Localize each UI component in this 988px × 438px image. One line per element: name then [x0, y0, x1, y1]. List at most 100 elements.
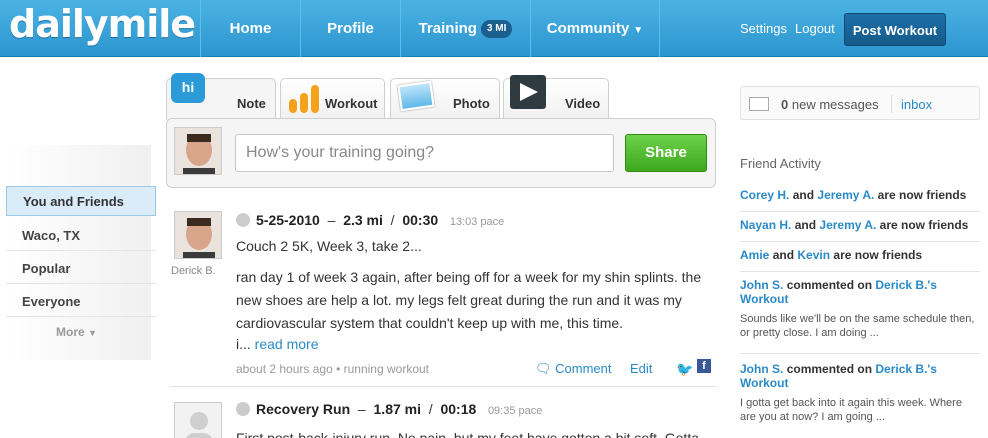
chevron-down-icon: ▼ — [633, 25, 644, 36]
nav-community[interactable]: Community ▼ — [530, 0, 660, 57]
user-link[interactable]: Jeremy A. — [819, 218, 876, 232]
messages-count-row: 0 new messages — [781, 97, 879, 112]
user-link[interactable]: Corey H. — [740, 188, 789, 202]
edit-link[interactable]: Edit — [630, 361, 652, 376]
activity-item: John S. commented on Derick B.'s Workout… — [740, 362, 980, 438]
user-link[interactable]: Jeremy A. — [817, 188, 874, 202]
entry-title: Couch 2 5K, Week 3, take 2... — [236, 238, 422, 254]
entry-pace: 13:03 pace — [449, 216, 505, 228]
comment-quote: Sounds like we'll be on the same schedul… — [740, 313, 975, 339]
entry-pace: 09:35 pace — [487, 405, 543, 417]
comment-bubble-icon: 🗨 — [535, 361, 552, 376]
messages-label: new messages — [791, 97, 879, 112]
nav-home[interactable]: Home — [200, 0, 300, 57]
tab-video-label: Video — [565, 96, 601, 111]
hi-speech-bubble-icon: hi — [171, 73, 205, 103]
activity-joiner: and — [794, 218, 817, 232]
nav-profile-label: Profile — [327, 20, 374, 37]
entry-distance: 2.3 mi — [343, 212, 383, 228]
facebook-icon[interactable]: f — [697, 359, 711, 373]
activity-item: Amie and Kevin are now friends — [740, 248, 980, 272]
read-more-link[interactable]: read more — [255, 336, 319, 352]
activity-joiner: and — [772, 248, 795, 262]
entry-duration: 00:30 — [402, 212, 439, 228]
user-link[interactable]: Amie — [740, 248, 769, 262]
share-button[interactable]: Share — [625, 134, 707, 172]
user-link[interactable]: John S. — [740, 278, 783, 292]
entry-body: First post-back-injury run. No pain, but… — [236, 430, 699, 438]
tab-photo-label: Photo — [453, 96, 490, 111]
nav-community-label: Community — [546, 20, 630, 37]
status-input[interactable]: How's your training going? — [235, 134, 614, 172]
nav-profile[interactable]: Profile — [300, 0, 400, 57]
activity-text: are now friends — [833, 248, 923, 262]
top-nav-bar: dailymile Home Profile Training 3 MI Comm… — [0, 0, 988, 57]
activity-text: are now friends — [879, 218, 969, 232]
chevron-down-icon: ▼ — [88, 328, 97, 338]
activity-item: Nayan H. and Jeremy A. are now friends — [740, 218, 980, 242]
dailymile-logo[interactable]: dailymile — [9, 2, 196, 46]
user-link[interactable]: Derick B.'s — [875, 362, 937, 376]
filter-popular[interactable]: Popular — [6, 254, 156, 284]
workout-link[interactable]: Workout — [740, 292, 788, 306]
messages-box: 0 new messages inbox — [740, 86, 980, 120]
inbox-link[interactable]: inbox — [901, 97, 932, 112]
divider — [891, 95, 892, 113]
nav-home-label: Home — [229, 20, 272, 37]
avatar[interactable] — [174, 211, 222, 259]
tab-workout-label: Workout — [325, 96, 378, 111]
filter-you-and-friends[interactable]: You and Friends — [6, 186, 156, 216]
entry-divider — [170, 386, 716, 387]
filter-everyone[interactable]: Everyone — [6, 287, 156, 317]
bar-chart-icon — [289, 85, 319, 113]
entry-body: ran day 1 of week 3 again, after being o… — [236, 269, 702, 331]
avatar-placeholder[interactable] — [174, 402, 222, 438]
filter-waco-tx[interactable]: Waco, TX — [6, 221, 156, 251]
entry-header: 5-25-2010 – 2.3 mi / 00:30 13:03 pace — [236, 212, 504, 228]
entry-timestamp: about 2 hours ago • running workout — [236, 362, 429, 376]
comment-label: Comment — [555, 361, 612, 376]
tab-photo[interactable]: Photo — [390, 78, 500, 120]
user-link[interactable]: Derick B.'s — [875, 278, 937, 292]
entry-distance: 1.87 mi — [373, 401, 421, 417]
entry-title[interactable]: Recovery Run — [256, 401, 350, 417]
activity-item: Corey H. and Jeremy A. are now friends — [740, 188, 980, 212]
entry-header: Recovery Run – 1.87 mi / 00:18 09:35 pac… — [236, 401, 542, 417]
tab-note[interactable]: hi Note — [166, 73, 276, 120]
activity-joiner: and — [792, 188, 815, 202]
activity-joiner: commented on — [786, 278, 873, 292]
user-link[interactable]: John S. — [740, 362, 783, 376]
activity-text: are now friends — [877, 188, 967, 202]
entry-ellipsis: i... — [236, 336, 251, 352]
entry-date[interactable]: 5-25-2010 — [256, 212, 320, 228]
tab-workout[interactable]: Workout — [280, 78, 385, 120]
video-play-icon — [510, 75, 546, 109]
avatar — [174, 127, 222, 175]
entry-username[interactable]: Derick B. — [171, 265, 216, 277]
more-filters-link[interactable]: More ▼ — [56, 325, 97, 339]
mood-face-icon — [236, 402, 250, 416]
comment-quote: I gotta get back into it again this week… — [740, 397, 962, 423]
entry-more-row: i... read more — [236, 333, 716, 356]
user-link[interactable]: Kevin — [797, 248, 830, 262]
comment-button[interactable]: 🗨 Comment — [535, 361, 612, 377]
friend-activity-title: Friend Activity — [740, 156, 821, 171]
training-miles-badge: 3 MI — [480, 20, 513, 39]
activity-joiner: commented on — [786, 362, 873, 376]
tab-note-label: Note — [237, 96, 266, 111]
post-workout-button[interactable]: Post Workout — [844, 13, 946, 46]
logout-link[interactable]: Logout — [795, 0, 835, 57]
mood-face-icon — [236, 213, 250, 227]
nav-training[interactable]: Training 3 MI — [400, 0, 530, 57]
photo-icon — [397, 80, 435, 112]
user-link[interactable]: Nayan H. — [740, 218, 791, 232]
workout-link[interactable]: Workout — [740, 376, 788, 390]
messages-count: 0 — [781, 97, 789, 112]
activity-item: John S. commented on Derick B.'s Workout… — [740, 278, 980, 354]
settings-link[interactable]: Settings — [740, 0, 787, 57]
entry-duration: 00:18 — [440, 401, 477, 417]
tab-video[interactable]: Video — [503, 75, 609, 120]
nav-training-label: Training — [418, 20, 477, 37]
twitter-bird-icon[interactable]: 🐦 — [676, 361, 693, 378]
envelope-icon — [749, 97, 769, 111]
